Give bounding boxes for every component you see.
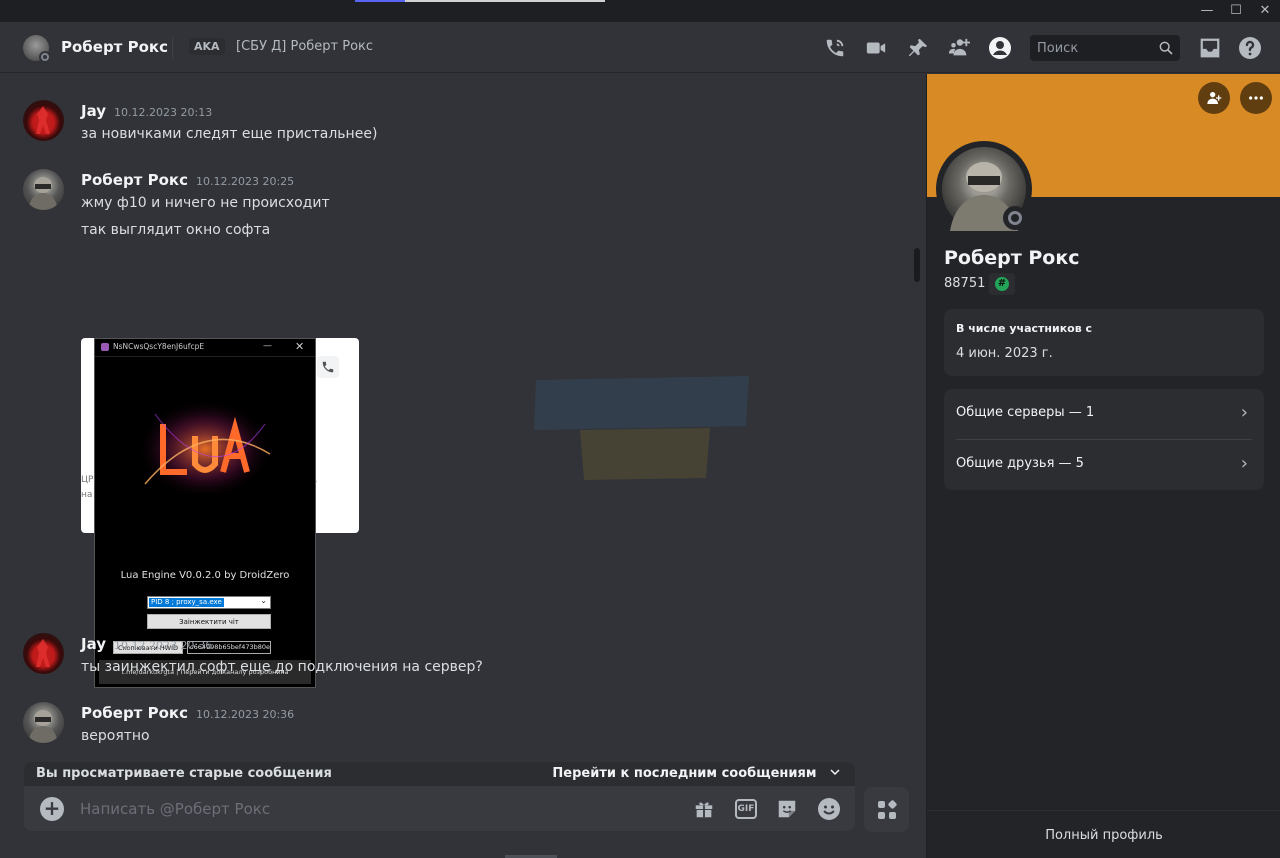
full-profile-button[interactable]: Полный профиль <box>927 810 1280 858</box>
header-divider <box>172 37 173 59</box>
mutuals-card: Общие серверы — 1 › Общие друзья — 5 › <box>944 389 1264 490</box>
user-avatar[interactable] <box>23 702 64 743</box>
emoji-icon[interactable] <box>817 797 841 821</box>
lua-window-title: NsNCwsQscY8enJ6ufcpE <box>113 342 205 351</box>
message-author[interactable]: Jay <box>81 635 106 653</box>
message-input[interactable] <box>80 796 680 822</box>
lua-version-text: Lua Engine V0.0.2.0 by DroidZero <box>120 570 290 581</box>
mutual-servers-label: Общие серверы — 1 <box>956 405 1095 420</box>
minimize-button[interactable]: — <box>1199 3 1215 19</box>
status-offline-icon <box>1003 206 1027 230</box>
ukraine-gta-watermark-logo <box>534 376 749 480</box>
profile-display-name: Роберт Рокс <box>944 247 1080 269</box>
process-select-value: PID 8 ; proxy_sa.exe <box>149 598 224 607</box>
message-text: вероятно <box>81 728 150 744</box>
background-text: ЦР <box>81 475 94 485</box>
jump-to-present-label: Перейти к последним сообщениям <box>552 766 817 781</box>
message-text: за новичками следят еще пристальнее) <box>81 126 378 142</box>
phone-icon <box>317 356 339 378</box>
profile-badge[interactable]: # <box>989 273 1015 295</box>
search-input[interactable] <box>1030 35 1154 61</box>
profile-username: 88751 <box>944 276 986 291</box>
hashtag-badge-icon: # <box>995 277 1009 291</box>
header-username[interactable]: Роберт Рокс <box>61 38 168 56</box>
old-messages-notice: Вы просматриваете старые сообщения <box>36 766 332 781</box>
upload-plus-icon[interactable]: + <box>40 797 64 821</box>
message-text: так выглядит окно софта <box>81 222 271 238</box>
background-text: на <box>81 490 93 500</box>
message-timestamp: 10.12.2023 20:13 <box>114 106 213 119</box>
message-text: ты заинжектил софт еще до подключения на… <box>81 659 483 675</box>
message-timestamp: 10.12.2023 20:25 <box>195 175 295 188</box>
search-icon <box>1159 41 1173 55</box>
full-profile-label: Полный профиль <box>1045 828 1163 843</box>
apps-icon <box>877 799 897 819</box>
dm-header: Роберт Рокс AKA [СБУ Д] Роберт Рокс <box>0 22 1280 73</box>
jump-to-present-button[interactable]: Перейти к последним сообщениям <box>552 766 841 781</box>
add-friend-icon[interactable] <box>1198 82 1230 114</box>
chevron-down-icon <box>830 769 840 776</box>
search-box[interactable] <box>1030 35 1180 61</box>
title-bar: — ☐ ✕ <box>0 0 1280 22</box>
user-avatar[interactable] <box>23 100 64 141</box>
apps-button[interactable] <box>864 787 909 832</box>
header-nickname: [СБУ Д] Роберт Рокс <box>236 39 374 54</box>
member-since-label: В числе участников с <box>956 322 1093 335</box>
mutual-servers-row[interactable]: Общие серверы — 1 › <box>944 389 1264 439</box>
chat-scrollbar[interactable] <box>914 248 920 282</box>
chevron-right-icon: › <box>1240 402 1248 423</box>
user-profile-icon[interactable] <box>988 36 1012 60</box>
message-author[interactable]: Jay <box>81 102 106 120</box>
loading-bar-fill <box>355 0 405 2</box>
previous-message-cutoff <box>30 74 470 76</box>
inbox-icon[interactable] <box>1198 36 1222 60</box>
close-button[interactable]: ✕ <box>1257 3 1273 19</box>
lua-logo-image <box>137 399 273 499</box>
message-text: жму ф10 и ничего не происходит <box>81 195 330 211</box>
inject-button: Заінжектити чіт <box>147 614 271 629</box>
lua-close-icon: ✕ <box>295 340 305 353</box>
app-icon <box>101 343 109 351</box>
voice-call-icon[interactable] <box>823 36 847 60</box>
user-avatar[interactable] <box>23 169 64 210</box>
gif-picker-button[interactable]: GIF <box>735 799 757 819</box>
aka-badge: AKA <box>189 38 225 55</box>
process-select: PID 8 ; proxy_sa.exe ⌄ <box>147 596 271 609</box>
message-list[interactable]: Jay 10.12.2023 20:13 за новичками следят … <box>8 74 913 858</box>
user-avatar[interactable] <box>23 633 64 674</box>
message-author[interactable]: Роберт Рокс <box>81 704 188 722</box>
member-since-card: В числе участников с 4 июн. 2023 г. <box>944 309 1264 376</box>
message-timestamp: 10.12.2023 20:36 <box>114 639 213 652</box>
message-author[interactable]: Роберт Рокс <box>81 171 188 189</box>
lua-minimize-icon: — <box>263 341 272 351</box>
mutual-friends-row[interactable]: Общие друзья — 5 › <box>944 440 1264 490</box>
add-friends-to-dm-icon[interactable] <box>947 36 971 60</box>
message-timestamp: 10.12.2023 20:36 <box>195 708 295 721</box>
sticker-icon[interactable] <box>775 797 799 821</box>
pin-icon[interactable] <box>906 36 930 60</box>
chevron-right-icon: › <box>1240 453 1248 474</box>
message-composer: + GIF <box>24 786 855 831</box>
user-profile-panel: Роберт Рокс 88751 # В числе участников с… <box>926 74 1280 858</box>
more-options-icon[interactable] <box>1240 82 1272 114</box>
gift-icon[interactable] <box>692 797 716 821</box>
chevron-down-icon: ⌄ <box>260 596 267 605</box>
status-offline-icon <box>39 51 51 63</box>
old-messages-bar: Вы просматриваете старые сообщения Перей… <box>24 762 855 787</box>
help-icon[interactable] <box>1238 36 1262 60</box>
maximize-button[interactable]: ☐ <box>1228 3 1244 19</box>
video-call-icon[interactable] <box>864 36 888 60</box>
mutual-friends-label: Общие друзья — 5 <box>956 456 1084 471</box>
lua-window-titlebar: NsNCwsQscY8enJ6ufcpE — ✕ <box>95 339 315 357</box>
member-since-value: 4 июн. 2023 г. <box>956 346 1053 361</box>
